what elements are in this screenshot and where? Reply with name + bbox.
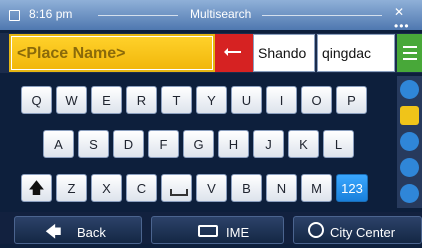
place-name-input[interactable]: <Place Name> — [9, 34, 215, 72]
key-w[interactable]: W — [56, 86, 87, 114]
poi-icon[interactable] — [400, 184, 419, 203]
key-i[interactable]: I — [266, 86, 297, 114]
key-v[interactable]: V — [196, 174, 227, 202]
back-button[interactable]: 🡄 Back — [14, 216, 142, 244]
globe-icon[interactable] — [400, 80, 419, 99]
key-d[interactable]: D — [113, 130, 144, 158]
menu-icon-line — [403, 52, 417, 54]
city-center-label: City Center — [330, 225, 396, 240]
shift-arrow-icon: 🡅 — [28, 180, 45, 197]
key-o[interactable]: O — [301, 86, 332, 114]
bottom-bar: 🡄 Back IME City Center — [0, 212, 422, 244]
history-icon[interactable] — [400, 132, 419, 151]
key-e[interactable]: E — [91, 86, 122, 114]
title-divider-left — [98, 15, 178, 16]
backspace-button[interactable] — [215, 34, 253, 72]
key-j[interactable]: J — [253, 130, 284, 158]
key-r[interactable]: R — [126, 86, 157, 114]
title-divider-right — [262, 15, 382, 16]
status-indicator: ✕ ••• — [394, 5, 410, 33]
key-k[interactable]: K — [288, 130, 319, 158]
shift-key[interactable]: 🡅 — [21, 174, 52, 202]
key-b[interactable]: B — [231, 174, 262, 202]
key-t[interactable]: T — [161, 86, 192, 114]
key-u[interactable]: U — [231, 86, 262, 114]
space-icon — [170, 189, 188, 196]
parking-icon[interactable] — [400, 158, 419, 177]
crosshair-icon — [308, 222, 324, 238]
key-l[interactable]: L — [323, 130, 354, 158]
key-g[interactable]: G — [183, 130, 214, 158]
menu-icon-line — [403, 46, 417, 48]
back-label: Back — [77, 225, 106, 240]
keyboard-icon — [198, 225, 218, 237]
star-icon[interactable] — [400, 106, 419, 125]
suggestion-2[interactable]: qingdac — [317, 34, 395, 72]
status-time: 8:16 pm — [29, 7, 73, 21]
key-n[interactable]: N — [266, 174, 297, 202]
screen-title: Multisearch — [190, 7, 252, 21]
menu-icon-line — [403, 58, 417, 60]
space-key[interactable] — [161, 174, 192, 202]
key-x[interactable]: X — [91, 174, 122, 202]
key-f[interactable]: F — [148, 130, 179, 158]
key-q[interactable]: Q — [21, 86, 52, 114]
key-z[interactable]: Z — [56, 174, 87, 202]
keyboard: Q W E R T Y U I O P A S D F G H J K L 🡅 … — [9, 76, 395, 208]
key-h[interactable]: H — [218, 130, 249, 158]
key-m[interactable]: M — [301, 174, 332, 202]
status-bar: 8:16 pm Multisearch ✕ ••• — [0, 0, 422, 33]
backspace-icon — [224, 48, 241, 56]
key-a[interactable]: A — [43, 130, 74, 158]
input-placeholder: <Place Name> — [17, 45, 126, 62]
key-s[interactable]: S — [78, 130, 109, 158]
menu-grid-icon — [9, 10, 20, 21]
ime-label: IME — [226, 225, 250, 240]
suggestion-1[interactable]: Shando — [253, 34, 315, 72]
category-sidebar — [397, 76, 422, 208]
key-p[interactable]: P — [336, 86, 367, 114]
numbers-key[interactable]: 123 — [336, 174, 368, 202]
city-center-button[interactable]: City Center — [293, 216, 422, 244]
menu-button[interactable] — [397, 34, 422, 72]
search-row: <Place Name> Shando qingdac — [0, 33, 422, 73]
key-y[interactable]: Y — [196, 86, 227, 114]
ime-button[interactable]: IME — [151, 216, 284, 244]
key-c[interactable]: C — [126, 174, 157, 202]
